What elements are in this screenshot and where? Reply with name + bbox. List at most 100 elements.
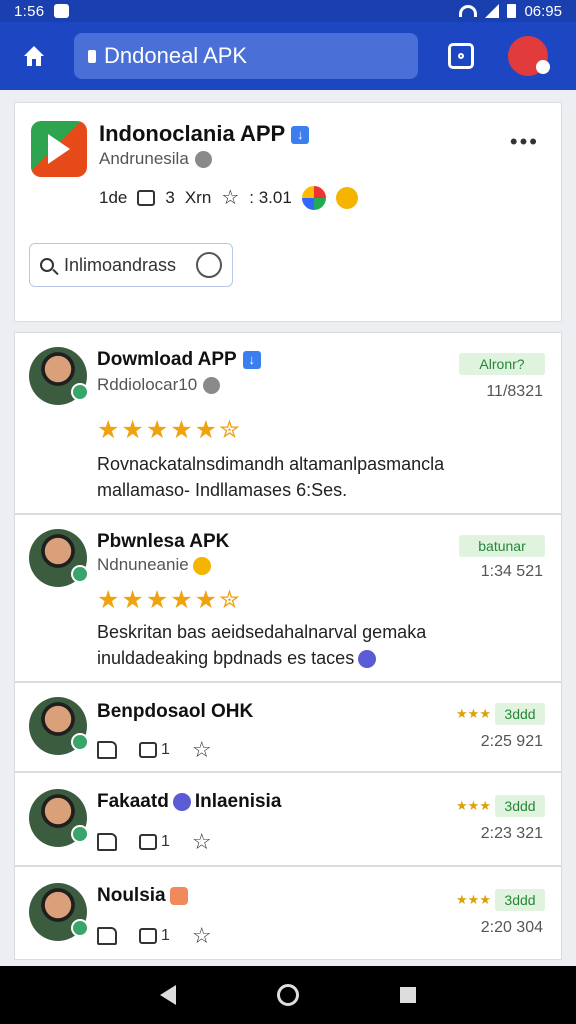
status-badge: 3ddd [495, 795, 545, 817]
comment-icon [139, 834, 157, 850]
review-item: Benpdosaol OHK ★★★ 3ddd 2:25 921 1 ☆ [14, 682, 562, 772]
mini-stars: ★★★ [456, 892, 491, 907]
review-item: Pbwnlesa APK Ndnuneanie batunar 1:34 521… [14, 514, 562, 682]
review-text-line: Beskritan bas aeidsedahalnarval gemaka [97, 622, 427, 642]
home-button[interactable] [14, 36, 54, 76]
status-clock: 06:95 [524, 2, 562, 20]
star-outline-icon[interactable]: ☆ [192, 829, 212, 855]
status-bar: 1:56 06:95 [0, 0, 576, 22]
comment-button[interactable]: 1 [139, 927, 170, 945]
review-text-line: Rovnackatalnsdimandh altamanlpasmancla [97, 454, 445, 474]
app-stats-row: 1de 3 Xrn ☆ : 3.01 [99, 185, 358, 210]
wifi-icon [459, 5, 478, 17]
chat-icon [358, 650, 377, 669]
app-title-text: Indonoclania APP [99, 121, 286, 146]
emoji-icon [335, 186, 358, 209]
notification-icon [54, 4, 70, 18]
verified-icon: ↓ [291, 126, 310, 145]
rating-stars: ★★★★★✮ [97, 416, 243, 444]
comment-count: 1 [161, 927, 170, 944]
review-title: Dowmload APP ↓ [97, 349, 261, 371]
review-subtitle: Rddiolocar10 [97, 375, 221, 395]
review-subtitle-text: Rddiolocar10 [97, 375, 198, 394]
profile-avatar-button[interactable] [508, 36, 550, 76]
review-title-text: Noulsia [97, 885, 166, 906]
review-text-content: inuldadeaking bpdnads es taces [97, 648, 355, 668]
status-badge: 3ddd [495, 703, 545, 725]
tab-switcher-button[interactable] [448, 43, 474, 69]
emoji-icon [192, 556, 211, 575]
comment-icon [139, 742, 157, 758]
search-chip-text: Inlimoandrass [64, 254, 177, 275]
review-text-line: inuldadeaking bpdnads es taces [97, 645, 537, 671]
review-title: Noulsia [97, 885, 192, 907]
browser-toolbar: Dndoneal APK [0, 22, 576, 90]
status-badge: Alronr? [459, 353, 545, 375]
stat-downloads: 1de [99, 187, 128, 207]
review-date: 11/8321 [486, 383, 543, 400]
comment-button[interactable]: 1 [139, 833, 170, 851]
review-date: 2:23 321 [480, 825, 543, 842]
info-icon [194, 151, 212, 169]
status-badge: batunar [459, 535, 545, 557]
home-nav-icon[interactable] [276, 984, 299, 1006]
comment-count: 1 [161, 741, 170, 758]
review-subtitle: Ndnuneanie [97, 555, 215, 575]
review-text-line: mallamaso- Indllamases 6:Ses. [97, 480, 348, 500]
comment-button[interactable]: 1 [139, 741, 170, 759]
search-chip[interactable]: Inlimoandrass [29, 243, 233, 287]
review-title: Benpdosaol OHK [97, 701, 254, 722]
like-icon[interactable] [97, 741, 117, 759]
review-text: Rovnackatalnsdimandh altamanlpasmancla m… [97, 451, 537, 503]
stat-rating-label: Xrn [184, 187, 212, 207]
avatar[interactable] [29, 697, 89, 755]
avatar[interactable] [29, 883, 89, 941]
star-outline-icon[interactable]: ☆ [192, 923, 212, 949]
recents-icon[interactable] [399, 987, 416, 1003]
rating-badges: ★★★ 3ddd [456, 795, 545, 817]
play-icon [48, 134, 70, 164]
avatar[interactable] [29, 529, 89, 587]
comment-count: 1 [161, 833, 170, 850]
app-header-card: Indonoclania APP ↓ Andrunesila ••• 1de 3 … [14, 102, 562, 322]
review-item: Noulsia ★★★ 3ddd 2:20 304 1 ☆ [14, 866, 562, 960]
back-icon[interactable] [160, 985, 177, 1005]
camera-icon [458, 53, 464, 59]
signal-icon [485, 4, 500, 18]
like-icon[interactable] [97, 927, 117, 945]
status-right: 06:95 [459, 3, 562, 20]
review-text: Beskritan bas aeidsedahalnarval gemaka i… [97, 619, 537, 671]
info-icon [203, 377, 221, 395]
review-date: 2:20 304 [480, 919, 543, 936]
status-time: 1:56 [14, 2, 45, 20]
clock-icon [196, 252, 222, 278]
verified-icon: ↓ [242, 350, 261, 369]
comment-icon [137, 189, 156, 206]
app-developer[interactable]: Andrunesila [99, 149, 212, 169]
review-title: Pbwnlesa APK [97, 531, 230, 552]
badge-icon [169, 886, 188, 905]
url-text: Dndoneal APK [104, 43, 248, 68]
chat-icon [172, 792, 191, 811]
review-title-suffix: Inlaenisia [194, 791, 282, 812]
stat-comments: 3 [165, 187, 175, 207]
review-item: Fakaatd Inlaenisia ★★★ 3ddd 2:23 321 1 ☆ [14, 772, 562, 866]
system-navigation-bar [0, 966, 576, 1024]
review-item: Dowmload APP ↓ Rddiolocar10 Alronr? 11/83… [14, 332, 562, 514]
avatar[interactable] [29, 347, 89, 405]
star-outline-icon[interactable]: ☆ [221, 185, 239, 210]
avatar[interactable] [29, 789, 89, 847]
review-actions: 1 ☆ [97, 737, 212, 763]
review-date: 1:34 521 [480, 563, 543, 580]
mini-stars: ★★★ [456, 706, 491, 721]
rating-badges: ★★★ 3ddd [456, 703, 545, 725]
url-bar[interactable]: Dndoneal APK [74, 33, 418, 79]
status-badge: 3ddd [495, 889, 545, 911]
lock-icon [88, 49, 96, 63]
more-options-button[interactable]: ••• [510, 129, 539, 155]
home-icon [24, 46, 44, 66]
star-outline-icon[interactable]: ☆ [192, 737, 212, 763]
review-title: Fakaatd Inlaenisia [97, 791, 281, 813]
like-icon[interactable] [97, 833, 117, 851]
rating-badges: ★★★ 3ddd [456, 889, 545, 911]
